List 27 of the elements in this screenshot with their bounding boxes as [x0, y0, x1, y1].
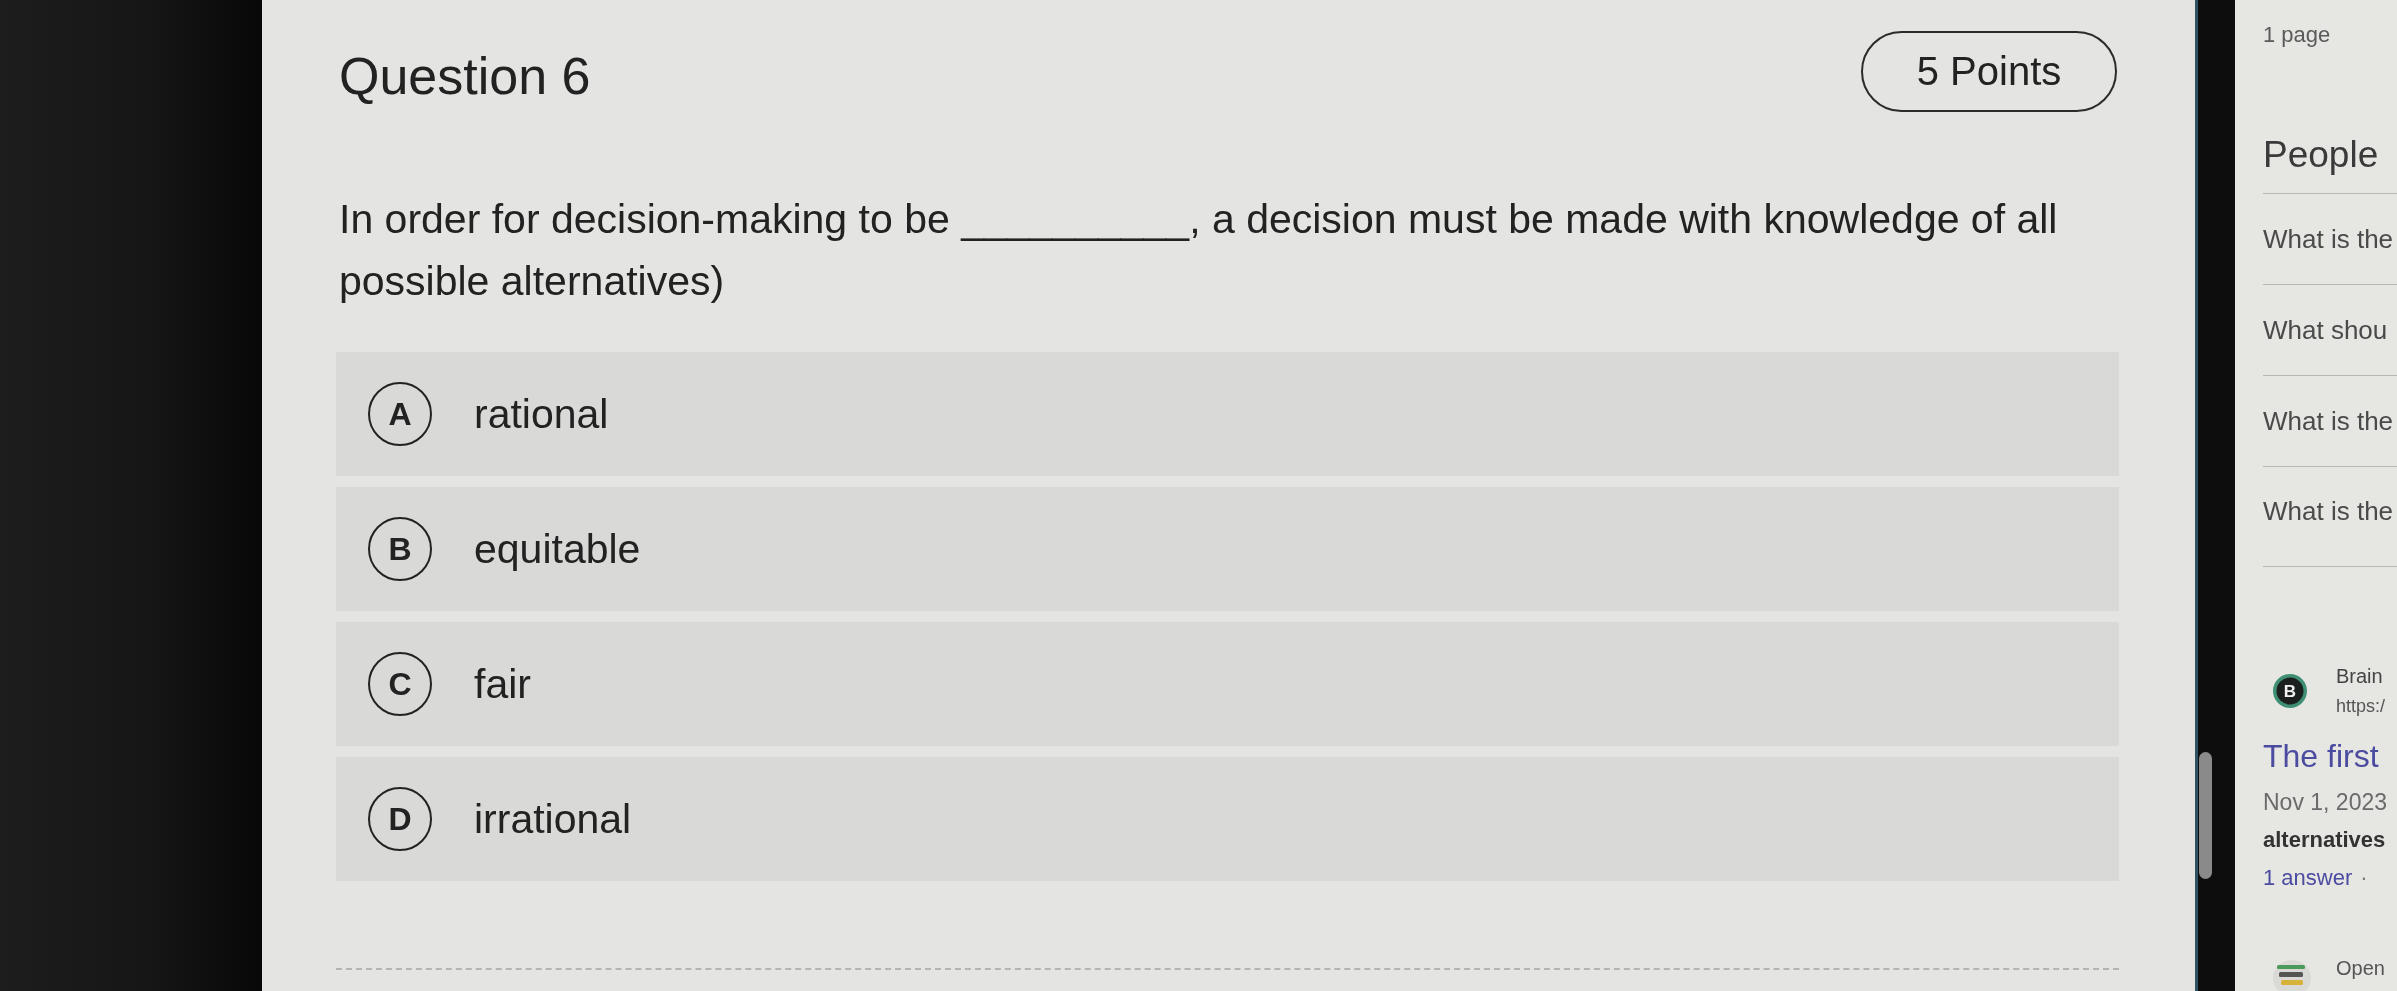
site-name: Brain [2336, 664, 2383, 689]
section-heading: People [2263, 133, 2379, 177]
option-letter[interactable]: D [368, 787, 432, 851]
answer-option[interactable]: A rational [336, 352, 2119, 476]
result-title-link[interactable]: The first [2263, 737, 2379, 775]
page-count: 1 page [2263, 22, 2331, 48]
related-question[interactable]: What shou [2263, 285, 2397, 376]
related-question[interactable]: What is the [2263, 194, 2397, 285]
option-letter[interactable]: A [368, 382, 432, 446]
scrollbar-thumb[interactable] [2199, 752, 2212, 879]
answer-option[interactable]: D irrational [336, 757, 2119, 881]
related-question[interactable]: What is the [2263, 376, 2397, 467]
answers-link[interactable]: 1 answer [2263, 863, 2353, 893]
site-url: https:/ [2336, 695, 2386, 718]
answer-option[interactable]: C fair [336, 622, 2119, 746]
option-letter[interactable]: B [368, 517, 432, 581]
question-title: Question 6 [338, 45, 591, 106]
result-date: Nov 1, 2023 [2263, 788, 2388, 817]
meta-separator: · [2360, 864, 2368, 892]
option-letter[interactable]: C [368, 652, 432, 716]
site-name: Open [2336, 956, 2385, 980]
answer-option[interactable]: B equitable [336, 487, 2119, 611]
question-text: In order for decision-making to be __________, a decision must be made with knowledge of all possible alternatives) [338, 195, 2059, 306]
site-logo-icon: B [2273, 674, 2307, 708]
result-snippet: alternatives [2263, 826, 2386, 854]
related-question[interactable]: What is the [2263, 467, 2397, 567]
points-badge: 5 Points [1861, 31, 2117, 112]
